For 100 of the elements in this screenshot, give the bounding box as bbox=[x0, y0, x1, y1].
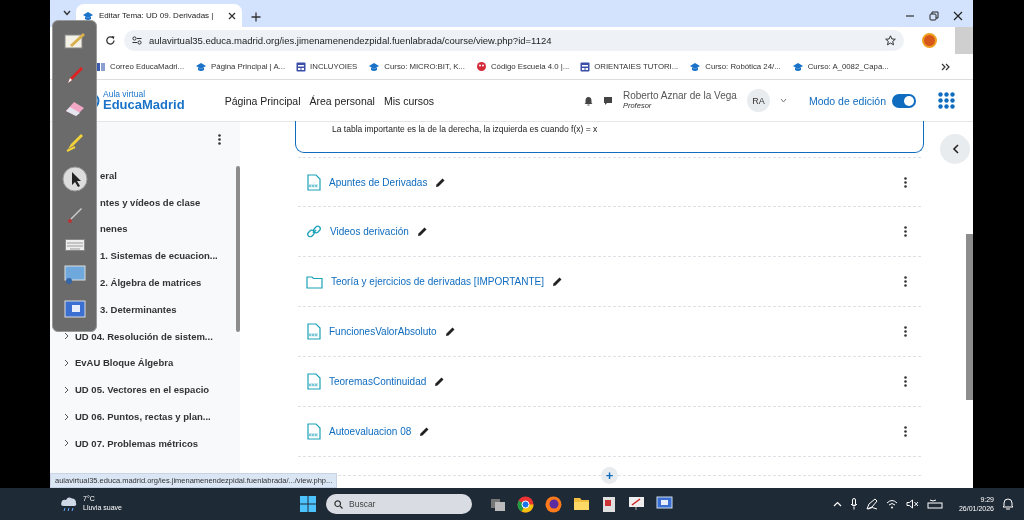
pencil-icon[interactable] bbox=[552, 276, 564, 287]
firefox-icon[interactable] bbox=[545, 495, 562, 513]
keyboard-layout-icon[interactable] bbox=[926, 499, 943, 509]
bell-icon[interactable] bbox=[583, 95, 593, 106]
pencil-icon[interactable] bbox=[434, 376, 446, 387]
highlighter-icon[interactable] bbox=[64, 131, 85, 152]
url-text: aulavirtual35.educa.madrid.org/ies.jimenamenendezpidal.fuenlabrada/course/view.php?id=1124 bbox=[149, 35, 553, 46]
graduation-cap-icon bbox=[195, 61, 208, 72]
section-link[interactable]: 3. Determinantes bbox=[50, 296, 240, 323]
activity-link[interactable]: FuncionesValorAbsoluto bbox=[329, 326, 437, 337]
restore-icon[interactable] bbox=[929, 11, 939, 21]
document-app-icon[interactable] bbox=[601, 495, 617, 513]
search-icon bbox=[334, 499, 343, 509]
speaker-muted-icon[interactable] bbox=[905, 499, 919, 509]
scrollbar-thumb[interactable] bbox=[236, 166, 240, 332]
scrollbar-thumb[interactable] bbox=[966, 234, 973, 400]
taskbar-search-field[interactable]: Buscar bbox=[326, 494, 472, 514]
kebab-menu-icon[interactable] bbox=[904, 276, 907, 287]
wifi-icon[interactable] bbox=[885, 499, 898, 509]
section-link[interactable]: UD 05. Vectores en el espacio bbox=[50, 376, 240, 404]
nav-link[interactable]: Página Principal bbox=[224, 94, 301, 107]
pdf-file-icon bbox=[306, 423, 321, 440]
activity-link[interactable]: Teoría y ejercicios de derivadas [IMPORTANTE] bbox=[331, 276, 545, 287]
chevron-right-icon bbox=[64, 358, 69, 367]
pencil-icon[interactable] bbox=[419, 426, 431, 437]
windows-start-icon[interactable] bbox=[300, 496, 316, 512]
kebab-menu-icon[interactable] bbox=[218, 134, 221, 145]
address-bar[interactable]: aulavirtual35.educa.madrid.org/ies.jimenamenendezpidal.fuenlabrada/course/view.php?id=1124 bbox=[124, 30, 904, 51]
profile-avatar[interactable] bbox=[922, 33, 937, 48]
chevron-right-icon bbox=[64, 332, 69, 341]
reload-icon[interactable] bbox=[105, 35, 116, 46]
user-name: Roberto Aznar de la Vega bbox=[622, 91, 737, 102]
graduation-cap-icon bbox=[689, 61, 702, 72]
browser-tab[interactable]: Editar Tema: UD 09. Derivadas | bbox=[76, 4, 242, 27]
edit-mode-toggle[interactable] bbox=[892, 93, 916, 108]
link-icon bbox=[306, 223, 322, 240]
section-link[interactable]: nenes bbox=[50, 215, 240, 243]
kebab-menu-icon[interactable] bbox=[904, 226, 907, 237]
pdf-file-icon bbox=[306, 173, 321, 191]
logo-subtitle: Aula virtual bbox=[103, 89, 147, 99]
app-grid-icon[interactable] bbox=[938, 92, 955, 109]
kebab-menu-icon[interactable] bbox=[904, 376, 907, 387]
section-link[interactable]: UD 04. Resolución de sistem... bbox=[50, 322, 240, 350]
form-icon bbox=[296, 61, 307, 72]
chat-icon[interactable] bbox=[602, 95, 613, 106]
activity-link[interactable]: Videos derivación bbox=[330, 226, 409, 237]
plus-icon bbox=[251, 12, 261, 22]
add-content-button[interactable]: + bbox=[601, 467, 618, 484]
rain-cloud-icon bbox=[60, 496, 78, 512]
close-icon[interactable] bbox=[228, 11, 236, 20]
screen-capture-icon[interactable] bbox=[63, 299, 86, 320]
user-initials-avatar[interactable]: RA bbox=[746, 89, 770, 112]
folder-icon bbox=[306, 274, 323, 289]
site-settings-icon bbox=[132, 36, 142, 45]
section-summary: La tabla importante es la de la derecha, la izquierda es cuando f(x) = x bbox=[295, 121, 924, 153]
drawer-toggle-button[interactable] bbox=[940, 134, 970, 164]
keyboard-icon[interactable] bbox=[64, 238, 85, 251]
pencil-icon[interactable] bbox=[444, 326, 456, 337]
section-link[interactable]: EvAU Bloque Álgebra bbox=[50, 349, 240, 377]
chevron-up-icon[interactable] bbox=[832, 501, 842, 507]
chrome-icon[interactable] bbox=[517, 495, 534, 513]
pencil-icon[interactable] bbox=[435, 176, 447, 188]
star-icon[interactable] bbox=[885, 35, 896, 46]
pdf-file-icon bbox=[306, 373, 321, 390]
activity-link[interactable]: TeoremasContinuidad bbox=[329, 376, 427, 387]
search-placeholder: Buscar bbox=[349, 499, 376, 509]
brush-icon[interactable] bbox=[65, 206, 84, 225]
activity-link[interactable]: Autoevaluacion 08 bbox=[329, 426, 412, 437]
chevron-right-icon bbox=[64, 412, 69, 421]
pdf-file-icon bbox=[306, 323, 321, 340]
logo-title: EducaMadrid bbox=[103, 98, 185, 112]
screen-icon[interactable] bbox=[63, 265, 86, 286]
graduation-cap-icon bbox=[791, 61, 804, 72]
section-link[interactable]: UD 07. Problemas métricos bbox=[50, 429, 240, 457]
section-link[interactable]: 2. Álgebra de matrices bbox=[50, 269, 240, 296]
whiteboard-app-icon[interactable] bbox=[628, 495, 645, 511]
close-icon[interactable] bbox=[953, 11, 963, 21]
screen-app-icon[interactable] bbox=[656, 495, 673, 511]
chevron-down-icon[interactable] bbox=[779, 98, 787, 103]
eraser-icon[interactable] bbox=[63, 99, 86, 118]
graduation-cap-icon bbox=[368, 61, 381, 72]
section-link[interactable]: UD 06. Puntos, rectas y plan... bbox=[50, 403, 240, 430]
folder-icon[interactable] bbox=[573, 495, 590, 511]
kebab-menu-icon[interactable] bbox=[904, 176, 907, 188]
section-link[interactable]: eral bbox=[50, 162, 240, 189]
pen-icon[interactable] bbox=[865, 498, 878, 510]
pointer-icon[interactable] bbox=[61, 165, 88, 192]
section-link[interactable]: 1. Sistemas de ecuacion... bbox=[50, 242, 240, 270]
activity-link[interactable]: Apuntes de Derivadas bbox=[329, 176, 428, 188]
notebook-pen-icon[interactable] bbox=[63, 32, 86, 51]
nav-link[interactable]: Área personal bbox=[309, 94, 375, 107]
pencil-icon[interactable] bbox=[416, 226, 428, 237]
microphone-icon[interactable] bbox=[849, 498, 858, 510]
notification-icon[interactable] bbox=[1002, 498, 1014, 510]
chevron-right-icon bbox=[64, 385, 69, 394]
kebab-menu-icon[interactable] bbox=[904, 426, 907, 437]
double-chevron-icon bbox=[941, 62, 951, 71]
kebab-menu-icon[interactable] bbox=[904, 326, 907, 337]
section-link[interactable]: ntes y vídeos de clase bbox=[50, 188, 240, 216]
nav-link[interactable]: Mis cursos bbox=[383, 94, 435, 107]
